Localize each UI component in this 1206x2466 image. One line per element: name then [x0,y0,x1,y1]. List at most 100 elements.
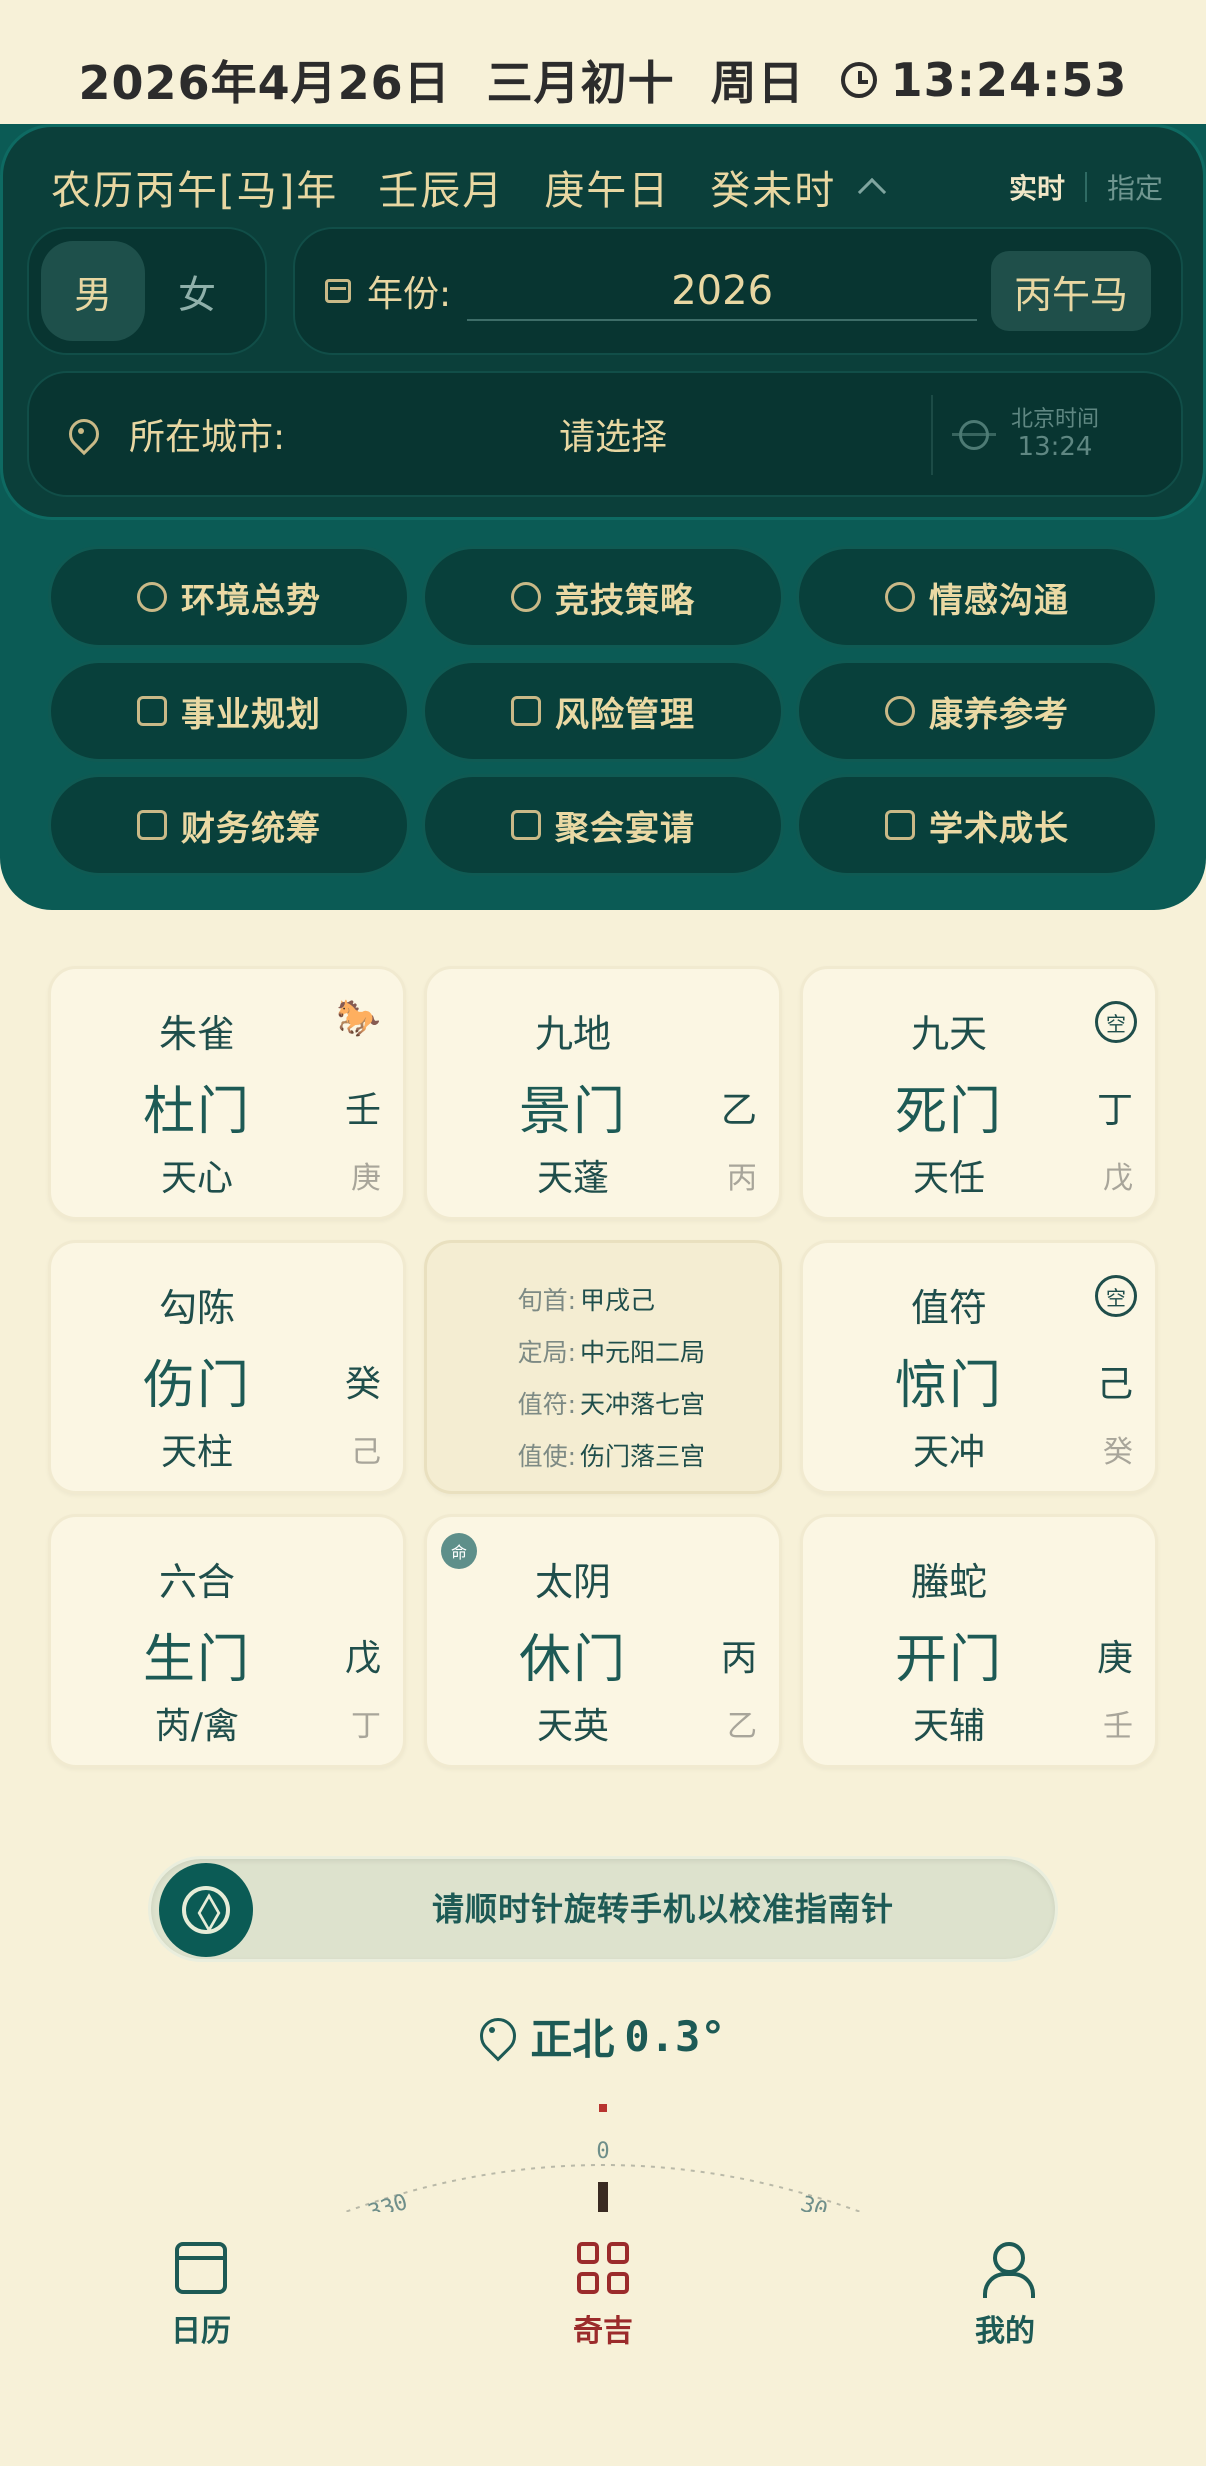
zhifu-value: 天冲落七宫 [580,1390,706,1419]
palace-cell[interactable]: 朱雀 🐎 杜门 壬 天心 庚 [48,966,406,1220]
mode-live-button[interactable]: 实时 [1009,167,1065,207]
dial-tick-label: 0 [596,2139,609,2164]
topic-button[interactable]: 环境总势 [48,546,410,648]
palace-cell[interactable]: 九天 空 死门 丁 天任 戊 [800,966,1158,1220]
compass-icon [182,1886,230,1934]
nav-calendar[interactable]: 日历 [101,2242,301,2466]
palace-god: 九地 [534,1012,611,1056]
palace-grid: 朱雀 🐎 杜门 壬 天心 庚 九地 景门 乙 天蓬 丙 九天 空 死门 丁 天任… [48,966,1158,1768]
earth-stem: 壬 [1103,1709,1133,1744]
earth-stem: 戊 [1103,1161,1133,1196]
heaven-stem: 丙 [720,1638,757,1679]
grid-icon [137,810,167,840]
ganzhi-month: 壬辰月 [378,168,505,214]
year-label: 年份: [367,274,452,315]
date-time-bar: 2026年4月26日 三月初十 周日 13:24:53 [0,40,1206,120]
compass-calibration-bar[interactable]: 请顺时针旋转手机以校准指南针 [148,1856,1058,1962]
calendar-icon [325,279,351,303]
location-pin-icon [480,2018,510,2054]
calibration-knob[interactable] [159,1863,253,1957]
compass-heading: 正北 0.3° [0,2006,1206,2066]
nav-mine[interactable]: 我的 [905,2242,1105,2466]
topic-grid: 环境总势 竞技策略 情感沟通 事业规划 风险管理 康养参考 财务统筹 聚会宴请 … [48,546,1158,876]
year-input[interactable]: 2026 [467,261,978,321]
dingju-label: 定局: [517,1338,576,1367]
weekday: 周日 [710,56,805,110]
topic-button[interactable]: 风险管理 [422,660,784,762]
ganzhi-row[interactable]: 农历丙午[马]年 壬辰月 庚午日 癸未时 实时 指定 [51,157,1163,217]
gender-male-button[interactable]: 男 [41,241,145,341]
lock-icon [511,696,541,726]
center-palace: 旬首: 甲戌己 定局: 中元阳二局 值符: 天冲落七宫 值使: 伤门落三宫 [424,1240,782,1494]
palace-cell[interactable]: 勾陈 伤门 癸 天柱 己 [48,1240,406,1494]
ganzhi-hour: 癸未时 [710,168,837,214]
topic-button[interactable]: 财务统筹 [48,774,410,876]
palace-god: 勾陈 [158,1286,235,1330]
divider [1084,172,1087,202]
control-panel: 农历丙午[马]年 壬辰月 庚午日 癸未时 实时 指定 男 女 年份: 2026 … [0,124,1206,910]
palace-god: 太阴 [534,1560,611,1604]
gender-female-button[interactable]: 女 [145,241,249,341]
bottom-nav: 日历 奇吉 我的 [0,2212,1206,2466]
heaven-stem: 己 [1096,1364,1133,1405]
zodiac-button[interactable]: 丙午马 [991,251,1151,331]
book-icon [885,810,915,840]
user-icon [979,2242,1035,2298]
heart-icon [885,582,915,612]
city-select[interactable]: 请选择 [559,408,667,460]
xunshou-label: 旬首: [517,1286,576,1315]
ganzhi-year: 农历丙午[马]年 [51,168,339,214]
nav-qiji[interactable]: 奇吉 [503,2242,703,2466]
heaven-stem: 戊 [344,1638,381,1679]
ganzhi-day: 庚午日 [544,168,671,214]
heaven-stem: 壬 [344,1090,381,1131]
palace-cell[interactable]: 螣蛇 开门 庚 天辅 壬 [800,1514,1158,1768]
topic-button[interactable]: 学术成长 [796,774,1158,876]
topic-button[interactable]: 聚会宴请 [422,774,784,876]
topic-button[interactable]: 事业规划 [48,660,410,762]
palace-cell[interactable]: 命 太阴 休门 丙 天英 乙 [424,1514,782,1768]
target-icon [511,582,541,612]
solar-date: 2026年4月26日 [78,56,451,110]
xunshou-value: 甲戌己 [580,1286,656,1315]
utensils-icon [511,810,541,840]
stethoscope-icon [885,696,915,726]
gender-toggle: 男 女 [27,227,267,355]
palace-cell[interactable]: 值符 空 惊门 己 天冲 癸 [800,1240,1158,1494]
lunar-date: 三月初十 [486,56,675,110]
topic-button[interactable]: 康养参考 [796,660,1158,762]
palace-cell[interactable]: 六合 生门 戊 芮/禽 丁 [48,1514,406,1768]
palace-god: 螣蛇 [910,1560,987,1604]
current-time: 13:24:53 [890,53,1128,107]
earth-stem: 癸 [1103,1435,1133,1470]
year-field: 年份: 2026 丙午马 [293,227,1183,355]
void-badge: 空 [1095,1275,1137,1317]
earth-stem: 丁 [351,1709,381,1744]
briefcase-icon [137,696,167,726]
time-mode-switch: 实时 指定 [1009,167,1163,207]
earth-stem: 庚 [351,1161,381,1196]
beijing-time-value: 13:24 [1017,431,1093,462]
palace-cell[interactable]: 九地 景门 乙 天蓬 丙 [424,966,782,1220]
nav-calendar-label: 日历 [171,2314,231,2349]
beijing-time-toggle[interactable]: 北京时间 13:24 [931,395,1151,475]
topic-button[interactable]: 情感沟通 [796,546,1158,648]
dingju-value: 中元阳二局 [580,1338,706,1367]
nav-qiji-label: 奇吉 [573,2314,633,2349]
city-field[interactable]: 所在城市: 请选择 北京时间 13:24 [27,371,1183,497]
chevron-up-icon[interactable] [858,177,887,207]
earth-stem: 己 [351,1435,381,1470]
mode-custom-button[interactable]: 指定 [1107,167,1163,207]
clock-icon [840,62,877,98]
zhifu-label: 值符: [517,1390,576,1419]
void-badge: 空 [1095,1001,1137,1043]
zhishi-label: 值使: [517,1442,576,1471]
calendar-icon [175,2242,227,2294]
north-marker [599,2104,607,2112]
heaven-stem: 乙 [720,1090,757,1131]
topic-button[interactable]: 竞技策略 [422,546,784,648]
earth-stem: 丙 [727,1161,757,1196]
city-label: 所在城市: [129,417,286,458]
nav-mine-label: 我的 [975,2314,1035,2349]
heading-degrees: 0.3° [624,2011,726,2061]
